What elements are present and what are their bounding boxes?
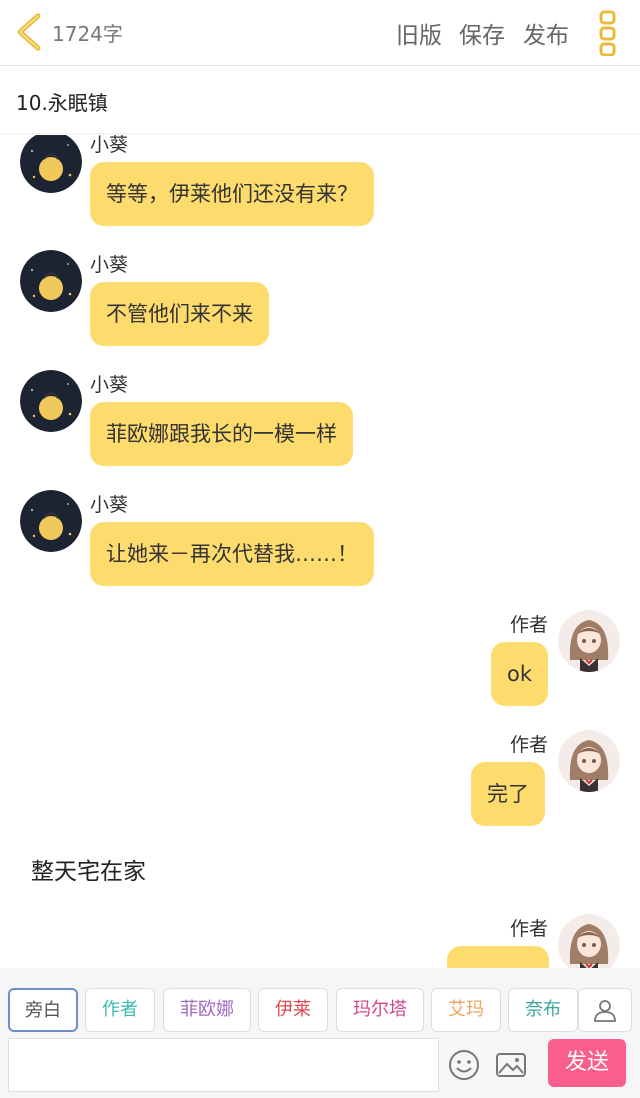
message-right[interactable]: 作者 [0, 913, 640, 968]
role-chip-label: 艾玛 [448, 999, 484, 1020]
role-chip-emma[interactable]: 艾玛 [431, 988, 501, 1032]
message-right[interactable]: 作者 完了 [0, 729, 640, 829]
chevron-left-icon[interactable] [14, 12, 44, 52]
chat-area[interactable]: 小葵 等等，伊莱他们还没有来？ 小葵 不管他们来不来 小葵 菲欧娜跟我长的一模一… [0, 135, 640, 968]
message-left[interactable]: 小葵 菲欧娜跟我长的一模一样 [0, 369, 640, 469]
speaker-name: 小葵 [90, 494, 129, 516]
old-version-button[interactable]: 旧版 [396, 16, 442, 50]
role-chip-label: 菲欧娜 [180, 999, 234, 1020]
message-bubble[interactable]: 让她来－再次代替我……！ [90, 522, 374, 586]
person-icon [594, 1000, 616, 1022]
message-bubble[interactable]: 完了 [471, 762, 545, 826]
role-chip-label: 奈布 [525, 999, 561, 1020]
message-left[interactable]: 小葵 等等，伊莱他们还没有来？ [0, 135, 640, 235]
message-bubble[interactable]: 不管他们来不来 [90, 282, 269, 346]
message-left[interactable]: 小葵 不管他们来不来 [0, 249, 640, 349]
role-chip-author[interactable]: 作者 [85, 988, 155, 1032]
word-count: 1724字 [52, 22, 123, 46]
role-chip-martha[interactable]: 玛尔塔 [336, 988, 424, 1032]
role-chip-naib[interactable]: 奈布 [508, 988, 578, 1032]
role-chip-label: 旁白 [25, 1000, 61, 1021]
message-bubble[interactable]: 菲欧娜跟我长的一模一样 [90, 402, 353, 466]
message-left[interactable]: 小葵 让她来－再次代替我……！ [0, 489, 640, 589]
smiley-icon[interactable] [447, 1048, 481, 1082]
save-button[interactable]: 保存 [459, 16, 505, 50]
message-bubble[interactable]: ok [491, 642, 549, 706]
image-icon[interactable] [494, 1048, 528, 1082]
narration-text[interactable]: 整天宅在家 [31, 852, 146, 886]
speaker-name: 小葵 [90, 254, 129, 276]
message-right[interactable]: 作者 ok [0, 609, 640, 709]
role-chip-label: 伊莱 [275, 999, 311, 1020]
speaker-name: 作者 [510, 614, 549, 636]
message-input[interactable] [8, 1038, 439, 1092]
speaker-name: 作者 [510, 918, 549, 940]
role-chip-narration[interactable]: 旁白 [8, 988, 78, 1032]
avatar[interactable] [20, 135, 82, 193]
publish-button[interactable]: 发布 [523, 16, 569, 50]
speaker-name: 小葵 [90, 374, 129, 396]
role-chip-fiona[interactable]: 菲欧娜 [163, 988, 251, 1032]
avatar[interactable] [20, 250, 82, 312]
chapter-bar: 10.永眠镇 [0, 67, 640, 134]
add-role-button[interactable] [578, 988, 632, 1032]
role-chip-label: 玛尔塔 [353, 999, 407, 1020]
role-selector-bar: 旁白 作者 菲欧娜 伊莱 玛尔塔 艾玛 奈布 [0, 968, 640, 1036]
avatar[interactable] [20, 490, 82, 552]
chapter-title[interactable]: 10.永眠镇 [16, 87, 108, 116]
message-bubble[interactable]: 等等，伊莱他们还没有来？ [90, 162, 374, 226]
send-button[interactable]: 发送 [548, 1039, 626, 1087]
role-chip-label: 作者 [102, 999, 138, 1020]
speaker-name: 小葵 [90, 135, 129, 156]
more-vertical-icon[interactable] [598, 10, 618, 57]
avatar[interactable] [558, 610, 620, 672]
avatar[interactable] [558, 914, 620, 968]
input-bar: 发送 [0, 1036, 640, 1098]
top-bar: 1724字 旧版 保存 发布 [0, 0, 640, 66]
role-chip-eli[interactable]: 伊莱 [258, 988, 328, 1032]
message-bubble[interactable] [447, 946, 549, 968]
speaker-name: 作者 [510, 734, 549, 756]
avatar[interactable] [558, 730, 620, 792]
avatar[interactable] [20, 370, 82, 432]
